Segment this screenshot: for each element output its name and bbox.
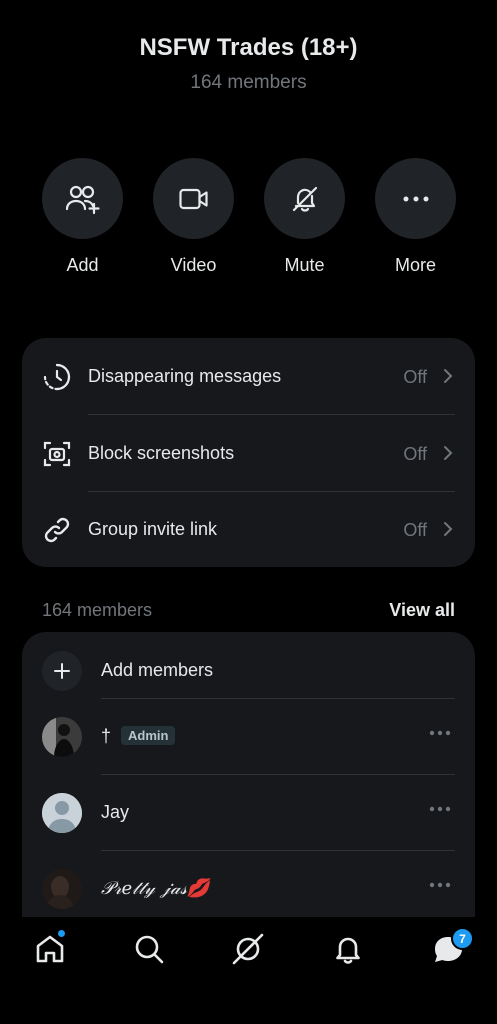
more-button[interactable]: More [375,158,456,276]
member-name: 𝒫𝓇𝑒𝓉𝓉𝓎 𝒿𝒶𝓈💋 [101,878,210,899]
disappearing-messages-value: Off [403,367,427,387]
member-name: † [101,726,112,746]
timer-icon [43,363,71,391]
add-button[interactable]: Add [42,158,123,276]
block-screenshots-row[interactable]: Block screenshots Off [22,415,475,491]
more-options-icon[interactable] [429,805,451,813]
disappearing-messages-label: Disappearing messages [88,366,282,386]
block-screenshots-label: Block screenshots [88,443,235,463]
grok-icon [232,933,264,965]
more-label: More [394,255,436,275]
add-button-circle[interactable] [42,158,123,239]
admin-badge: Admin [121,726,176,745]
avatar-photo [42,869,82,909]
tab-home[interactable] [32,930,68,967]
search-icon [135,935,164,964]
bell-icon [336,937,360,964]
add-label: Add [66,255,99,275]
chevron-right-icon [444,522,453,536]
add-members-label: Add members [101,660,214,680]
mute-label: Mute [284,255,325,275]
more-horizontal-icon [403,196,428,201]
disappearing-messages-row[interactable]: Disappearing messages Off [22,338,475,414]
more-button-circle[interactable] [375,158,456,239]
tab-messages[interactable]: 7 [430,927,474,967]
plus-icon [54,663,70,679]
tab-search[interactable] [131,931,167,967]
group-title: NSFW Trades (18+) [139,34,358,61]
members-card: Add members † Admin Jay 𝒫𝓇𝑒𝓉𝓉𝓎 𝒿𝒶𝓈💋 [22,632,475,932]
member-row[interactable]: Jay [22,774,475,851]
video-label: Video [170,255,217,275]
default-avatar-icon [42,793,82,833]
video-camera-icon [178,188,208,209]
chevron-right-icon [444,369,453,383]
screenshot-block-icon [43,441,71,467]
add-people-icon [65,185,100,214]
messages-count-badge: 7 [451,927,474,950]
members-header: 164 members View all [42,598,455,622]
mute-button[interactable]: Mute [264,158,345,276]
member-row[interactable]: † Admin [22,698,475,775]
member-name-cell: † Admin [101,726,176,747]
view-all-link[interactable]: View all [389,600,455,621]
video-button[interactable]: Video [153,158,234,276]
block-screenshots-value: Off [403,444,427,464]
member-row[interactable]: 𝒫𝓇𝑒𝓉𝓉𝓎 𝒿𝒶𝓈💋 [22,850,475,927]
link-icon [44,517,70,543]
group-member-count: 164 members [190,72,307,93]
action-buttons: Add Video Mute More [42,158,456,278]
bell-off-icon [292,186,317,212]
add-members-circle[interactable] [42,651,82,691]
avatar [42,717,82,757]
avatar [42,793,82,833]
more-options-icon[interactable] [429,729,451,737]
video-button-circle[interactable] [153,158,234,239]
settings-card: Disappearing messages Off Block screensh… [22,338,475,567]
tab-notifications[interactable] [330,931,366,967]
members-count: 164 members [42,600,153,620]
avatar [42,869,82,909]
group-invite-link-value: Off [403,520,427,540]
member-name: Jay [101,802,130,822]
bottom-tab-bar: 7 [0,917,497,1024]
chevron-right-icon [444,446,453,460]
group-header: NSFW Trades (18+) 164 members [0,34,497,94]
group-invite-link-label: Group invite link [88,519,218,539]
group-invite-link-row[interactable]: Group invite link Off [22,491,475,567]
tab-grok[interactable] [230,931,266,967]
mute-button-circle[interactable] [264,158,345,239]
avatar-photo [42,717,82,757]
home-notification-dot [58,930,65,937]
more-options-icon[interactable] [429,881,451,889]
